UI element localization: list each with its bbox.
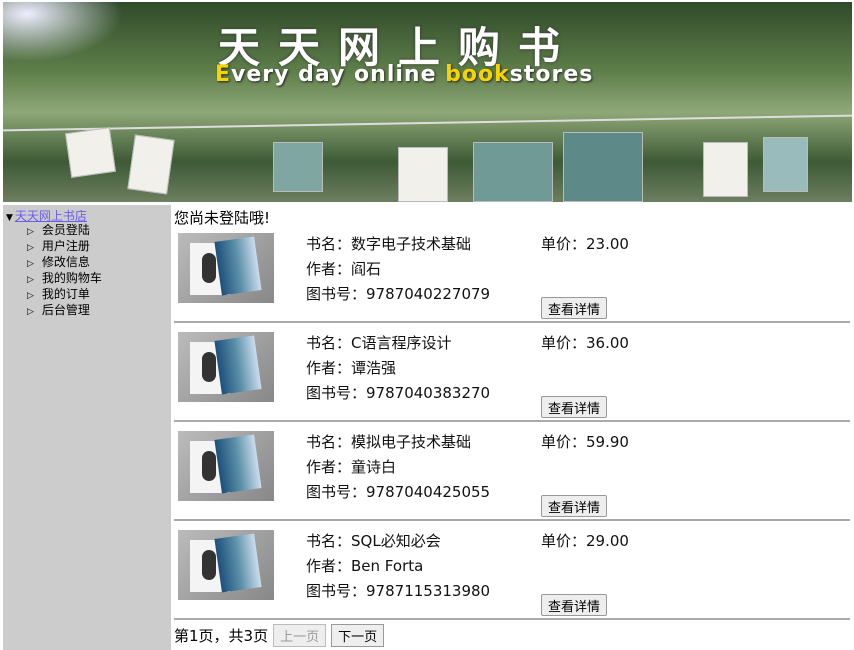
- banner: 天天网上购书 Every day online bookstores: [3, 2, 852, 202]
- book-name: 书名：数字电子技术基础: [306, 235, 472, 253]
- page-info: 第1页，共3页: [174, 627, 269, 645]
- book-row: 书名：模拟电子技术基础 单价：59.90 作者：童诗白 图书号：97870404…: [174, 422, 850, 521]
- book-row: 书名：SQL必知必会 单价：29.00 作者：Ben Forta 图书号：978…: [174, 521, 850, 620]
- pagination: 第1页，共3页 上一页 下一页: [174, 624, 385, 647]
- sidebar-item-admin[interactable]: 后台管理: [27, 302, 102, 318]
- sidebar-item-cart[interactable]: 我的购物车: [27, 270, 102, 286]
- sidebar-item-orders[interactable]: 我的订单: [27, 286, 102, 302]
- book-author: 作者：阎石: [306, 260, 382, 278]
- sidebar-item-edit-info[interactable]: 修改信息: [27, 254, 102, 270]
- sidebar-item-register[interactable]: 用户注册: [27, 238, 102, 254]
- book-name: 书名：SQL必知必会: [306, 532, 441, 550]
- book-author: 作者：谭浩强: [306, 359, 397, 377]
- book-isbn: 图书号：9787040425055: [306, 483, 491, 501]
- prev-page-button[interactable]: 上一页: [273, 624, 327, 647]
- book-price: 单价：36.00: [541, 334, 629, 352]
- book-price: 单价：29.00: [541, 532, 629, 550]
- sidebar: 天天网上书店 会员登陆 用户注册 修改信息 我的购物车 我的订单 后台管理: [3, 205, 171, 650]
- banner-subtitle: Every day online bookstores: [215, 62, 594, 87]
- view-details-button[interactable]: 查看详情: [541, 594, 608, 616]
- sidebar-item-login[interactable]: 会员登陆: [27, 222, 102, 238]
- book-isbn: 图书号：9787040227079: [306, 285, 491, 303]
- book-row: 书名：C语言程序设计 单价：36.00 作者：谭浩强 图书号：978704038…: [174, 323, 850, 422]
- book-name: 书名：C语言程序设计: [306, 334, 452, 352]
- book-row: 书名：数字电子技术基础 单价：23.00 作者：阎石 图书号：978704022…: [174, 224, 850, 323]
- book-price: 单价：59.90: [541, 433, 629, 451]
- view-details-button[interactable]: 查看详情: [541, 495, 608, 517]
- book-author: 作者：Ben Forta: [306, 557, 424, 575]
- book-price: 单价：23.00: [541, 235, 629, 253]
- book-cover-image: [178, 530, 274, 600]
- next-page-button[interactable]: 下一页: [331, 624, 385, 647]
- view-details-button[interactable]: 查看详情: [541, 297, 608, 319]
- book-isbn: 图书号：9787040383270: [306, 384, 491, 402]
- book-cover-image: [178, 332, 274, 402]
- book-cover-image: [178, 431, 274, 501]
- book-name: 书名：模拟电子技术基础: [306, 433, 472, 451]
- book-author: 作者：童诗白: [306, 458, 397, 476]
- view-details-button[interactable]: 查看详情: [541, 396, 608, 418]
- book-cover-image: [178, 233, 274, 303]
- book-isbn: 图书号：9787115313980: [306, 582, 491, 600]
